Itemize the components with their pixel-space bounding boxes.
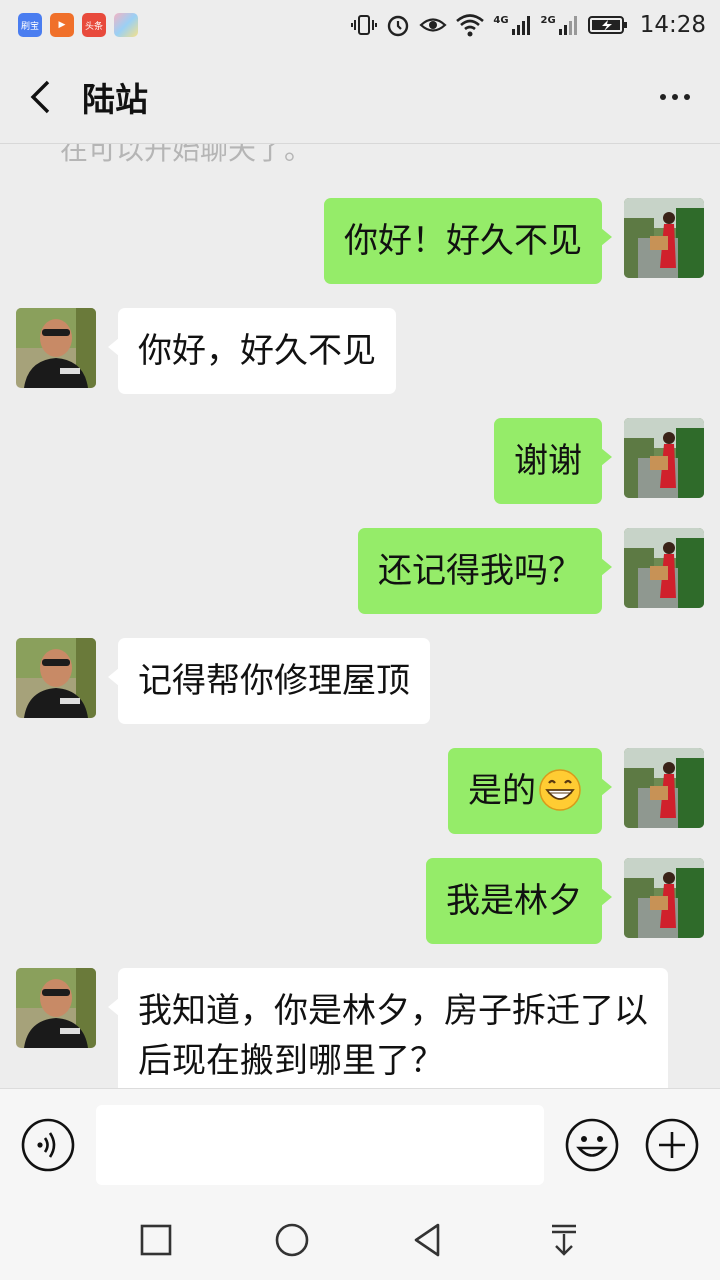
received-bubble[interactable]: 记得帮你修理屋顶	[108, 638, 430, 724]
my-avatar[interactable]	[624, 748, 704, 828]
avatar-image	[16, 638, 96, 718]
status-bar: 刷宝 ▶ 头条 4G 2G 14:28	[0, 0, 720, 50]
chevron-left-icon	[30, 80, 50, 113]
system-tip: 在可以开始聊天了。	[60, 144, 313, 166]
emoji-icon[interactable]	[564, 1117, 620, 1173]
input-bar	[0, 1088, 720, 1200]
wifi-icon	[456, 14, 485, 37]
vibrate-icon	[351, 15, 378, 35]
contact-avatar[interactable]	[16, 308, 96, 388]
avatar-image	[16, 308, 96, 388]
chat-title: 陆站	[82, 79, 148, 119]
my-avatar[interactable]	[624, 198, 704, 278]
my-avatar[interactable]	[624, 858, 704, 938]
chat-header: 陆站	[0, 50, 720, 144]
contact-avatar[interactable]	[16, 968, 96, 1048]
voice-icon[interactable]	[20, 1117, 76, 1173]
signal-icon-2	[558, 16, 577, 35]
app-notification-icon-2: ▶	[50, 13, 74, 37]
sent-bubble[interactable]: 谢谢	[494, 418, 612, 504]
sent-bubble[interactable]: 还记得我吗？	[358, 528, 612, 614]
system-indicators: 4G 2G 14:28	[351, 12, 706, 38]
avatar-image	[16, 968, 96, 1048]
alarm-icon	[388, 15, 409, 37]
message-input[interactable]	[96, 1105, 544, 1185]
contact-avatar[interactable]	[16, 638, 96, 718]
eye-icon	[419, 18, 447, 32]
my-avatar[interactable]	[624, 418, 704, 498]
signal-icon	[511, 16, 530, 35]
signal-type-label: 4G	[493, 14, 509, 26]
app-notification-icon-1: 刷宝	[18, 13, 42, 37]
more-options-button[interactable]	[630, 50, 720, 144]
avatar-image	[624, 748, 704, 828]
recent-apps-icon[interactable]	[136, 1220, 176, 1260]
sent-bubble[interactable]: 你好！好久不见	[324, 198, 612, 284]
app-notification-icon-4	[114, 13, 138, 37]
more-dots-icon	[660, 93, 666, 100]
message-text: 是的	[468, 771, 536, 811]
app-notification-icon-3: 头条	[82, 13, 106, 37]
sent-bubble[interactable]: 是的	[448, 748, 612, 834]
received-bubble[interactable]: 你好，好久不见	[108, 308, 396, 394]
received-bubble[interactable]: 我知道，你是林夕，房子拆迁了以后现在搬到哪里了？	[108, 968, 668, 1088]
clock: 14:28	[639, 12, 706, 38]
back-nav-icon[interactable]	[408, 1220, 448, 1260]
back-button[interactable]	[0, 50, 80, 144]
system-nav-bar	[0, 1200, 720, 1280]
avatar-image	[624, 528, 704, 608]
battery-charging-icon	[587, 16, 627, 34]
signal-type-label-2: 2G	[540, 14, 556, 26]
sent-bubble[interactable]: 我是林夕	[426, 858, 612, 944]
home-icon[interactable]	[272, 1220, 312, 1260]
grinning-face-emoji-icon	[539, 768, 581, 811]
notification-apps: 刷宝 ▶ 头条	[18, 13, 138, 37]
notification-pull-icon[interactable]	[544, 1220, 584, 1260]
avatar-image	[624, 858, 704, 938]
chat-area[interactable]: 在可以开始聊天了。 你好！好久不见 你好，好久不见 谢谢 还记得我吗？ 记得帮你…	[0, 144, 720, 1088]
my-avatar[interactable]	[624, 528, 704, 608]
plus-icon[interactable]	[644, 1117, 700, 1173]
avatar-image	[624, 418, 704, 498]
avatar-image	[624, 198, 704, 278]
